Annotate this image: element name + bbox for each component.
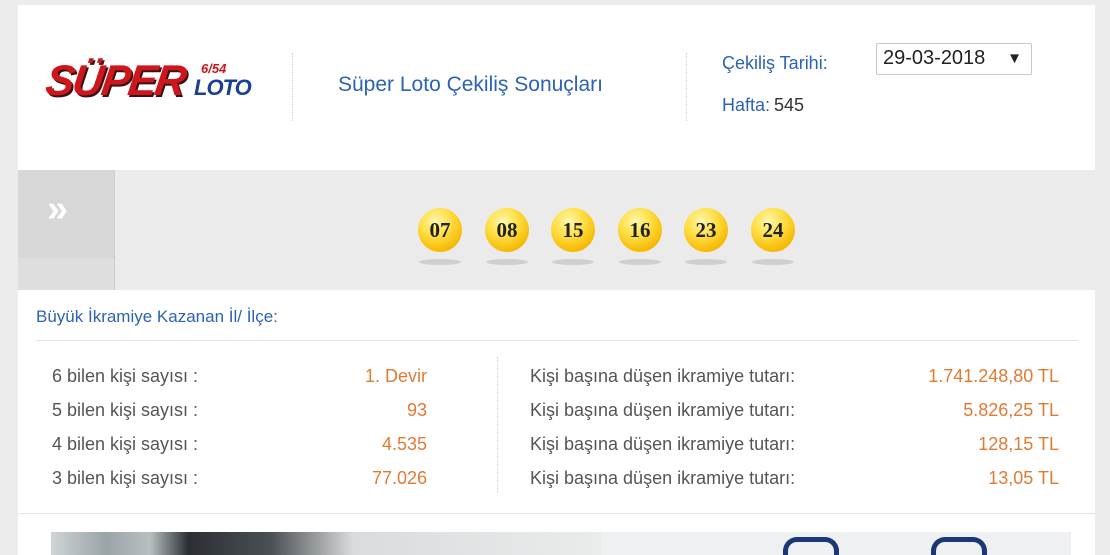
draw-date-select[interactable]: 29-03-2018 ▼ <box>876 43 1032 75</box>
winners-row-label: 3 bilen kişi sayısı : <box>52 468 199 488</box>
ball-shadow <box>752 259 794 265</box>
ad-banner-photo <box>51 532 601 555</box>
page-title: Süper Loto Çekiliş Sonuçları <box>338 73 603 96</box>
winners-row-label: 5 bilen kişi sayısı : <box>52 400 199 420</box>
number-ball: 07 <box>418 208 462 252</box>
logo-game-format: 6/54 <box>201 61 227 76</box>
results-header: SÜPER 6/54 LOTO Süper Loto Çekiliş Sonuç… <box>18 5 1095 170</box>
brand-logo-icon <box>783 537 839 555</box>
winners-row-count: 93 <box>406 400 427 420</box>
logo-sub-text: LOTO <box>194 75 252 100</box>
draw-date-label: Çekiliş Tarihi: <box>722 53 828 73</box>
number-ball: 15 <box>551 208 595 252</box>
prize-per-person-label: Kişi başına düşen ikramiye tutarı: <box>530 468 796 488</box>
number-ball: 24 <box>751 208 795 252</box>
winners-row-count: 77.026 <box>371 468 427 488</box>
table-divider <box>497 357 498 493</box>
ball-shadow <box>419 259 461 265</box>
ball-shadow <box>486 259 528 265</box>
winners-row-count: 4.535 <box>381 434 427 454</box>
side-tab-border <box>114 170 115 290</box>
ad-banner[interactable] <box>51 532 1071 555</box>
side-tab[interactable]: » <box>18 170 115 290</box>
header-divider <box>686 53 687 121</box>
ball-shadow <box>685 259 727 265</box>
draw-date-value: 29-03-2018 <box>883 47 986 69</box>
jackpot-location-label: Büyük İkramiye Kazanan İl/ İlçe: <box>36 307 278 326</box>
week-value: 545 <box>774 95 805 115</box>
super-loto-logo[interactable]: SÜPER 6/54 LOTO <box>42 57 256 113</box>
section-divider <box>36 340 1078 341</box>
winners-row-label: 6 bilen kişi sayısı : <box>52 366 199 386</box>
prize-per-person-label: Kişi başına düşen ikramiye tutarı: <box>530 434 796 454</box>
prize-per-person-value: 128,15 TL <box>978 434 1059 454</box>
ball-shadow <box>552 259 594 265</box>
ball-shadow <box>619 259 661 265</box>
winners-row-label: 4 bilen kişi sayısı : <box>52 434 199 454</box>
brand-logo-icon <box>931 537 987 555</box>
week-info: Hafta: 545 <box>722 95 804 116</box>
header-divider <box>292 53 293 121</box>
prize-per-person-value: 5.826,25 TL <box>963 400 1059 420</box>
number-ball: 08 <box>485 208 529 252</box>
logo-main-text: SÜPER <box>42 57 188 105</box>
prize-per-person-value: 13,05 TL <box>988 468 1059 488</box>
prize-per-person-label: Kişi başına düşen ikramiye tutarı: <box>530 366 796 386</box>
results-card: SÜPER 6/54 LOTO Süper Loto Çekiliş Sonuç… <box>18 5 1095 555</box>
number-ball: 23 <box>684 208 728 252</box>
prize-per-person-label: Kişi başına düşen ikramiye tutarı: <box>530 400 796 420</box>
prize-per-person-value: 1.741.248,80 TL <box>928 366 1059 386</box>
triangle-down-icon: ▼ <box>1007 50 1022 67</box>
winning-numbers-band: » 07 08 15 16 23 24 <box>18 170 1095 290</box>
section-divider <box>18 513 1095 514</box>
winners-row-count: 1. Devir <box>364 366 427 386</box>
double-chevron-right-icon: » <box>47 188 69 230</box>
number-ball: 16 <box>618 208 662 252</box>
week-label: Hafta: <box>722 95 771 115</box>
